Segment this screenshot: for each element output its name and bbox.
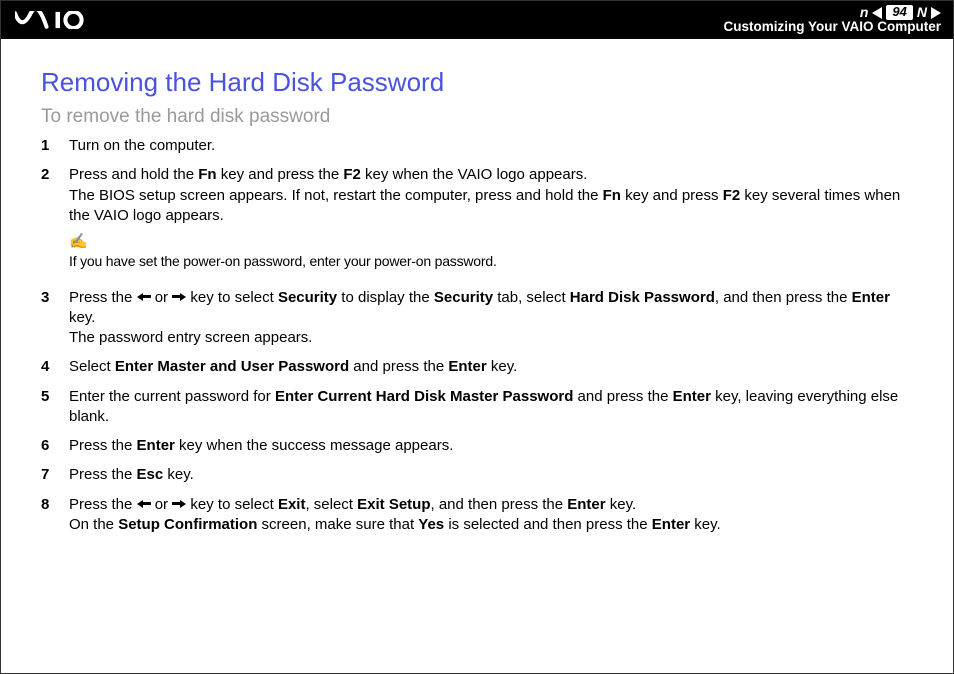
step-text: Select Enter Master and User Password an… — [69, 357, 913, 377]
step-text: Turn on the computer. — [69, 136, 913, 156]
step-number: 8 — [41, 495, 69, 536]
n-indicator-right: N — [917, 5, 927, 20]
step-8: 8 Press the or key to select Exit, selec… — [41, 495, 913, 536]
step-2: 2 Press and hold the Fn key and press th… — [41, 165, 913, 278]
page-title: Removing the Hard Disk Password — [41, 67, 913, 98]
step-4: 4 Select Enter Master and User Password … — [41, 357, 913, 377]
note-icon: ✍ — [69, 232, 913, 252]
step-text: Press and hold the Fn key and press the … — [69, 165, 913, 278]
header-bar: n 94 N Customizing Your VAIO Computer — [1, 1, 953, 39]
step-number: 3 — [41, 288, 69, 349]
note-text: If you have set the power-on password, e… — [69, 253, 497, 269]
step-1: 1 Turn on the computer. — [41, 136, 913, 156]
left-arrow-icon — [137, 494, 151, 514]
prev-page-arrow-icon[interactable] — [872, 7, 882, 19]
page-number: 94 — [886, 5, 912, 19]
left-arrow-icon — [137, 287, 151, 307]
step-number: 2 — [41, 165, 69, 278]
next-page-arrow-icon[interactable] — [931, 7, 941, 19]
step-text: Press the Esc key. — [69, 465, 913, 485]
section-name: Customizing Your VAIO Computer — [723, 20, 941, 35]
step-number: 7 — [41, 465, 69, 485]
page-content: Removing the Hard Disk Password To remov… — [1, 39, 953, 564]
step-5: 5 Enter the current password for Enter C… — [41, 387, 913, 428]
step-3: 3 Press the or key to select Security to… — [41, 288, 913, 349]
steps-list: 1 Turn on the computer. 2 Press and hold… — [41, 136, 913, 535]
step-number: 6 — [41, 436, 69, 456]
page-subtitle: To remove the hard disk password — [41, 106, 913, 128]
vaio-logo — [15, 1, 114, 39]
step-number: 4 — [41, 357, 69, 377]
step-number: 5 — [41, 387, 69, 428]
step-text: Press the Enter key when the success mes… — [69, 436, 913, 456]
page-navigation: n 94 N — [723, 5, 941, 20]
step-text: Press the or key to select Security to d… — [69, 288, 913, 349]
right-arrow-icon — [172, 494, 186, 514]
right-arrow-icon — [172, 287, 186, 307]
note-block: ✍ If you have set the power-on password,… — [69, 232, 913, 273]
n-indicator-left: n — [860, 5, 869, 20]
step-7: 7 Press the Esc key. — [41, 465, 913, 485]
step-6: 6 Press the Enter key when the success m… — [41, 436, 913, 456]
header-right: n 94 N Customizing Your VAIO Computer — [723, 5, 941, 35]
step-text: Enter the current password for Enter Cur… — [69, 387, 913, 428]
step-number: 1 — [41, 136, 69, 156]
step-text: Press the or key to select Exit, select … — [69, 495, 913, 536]
